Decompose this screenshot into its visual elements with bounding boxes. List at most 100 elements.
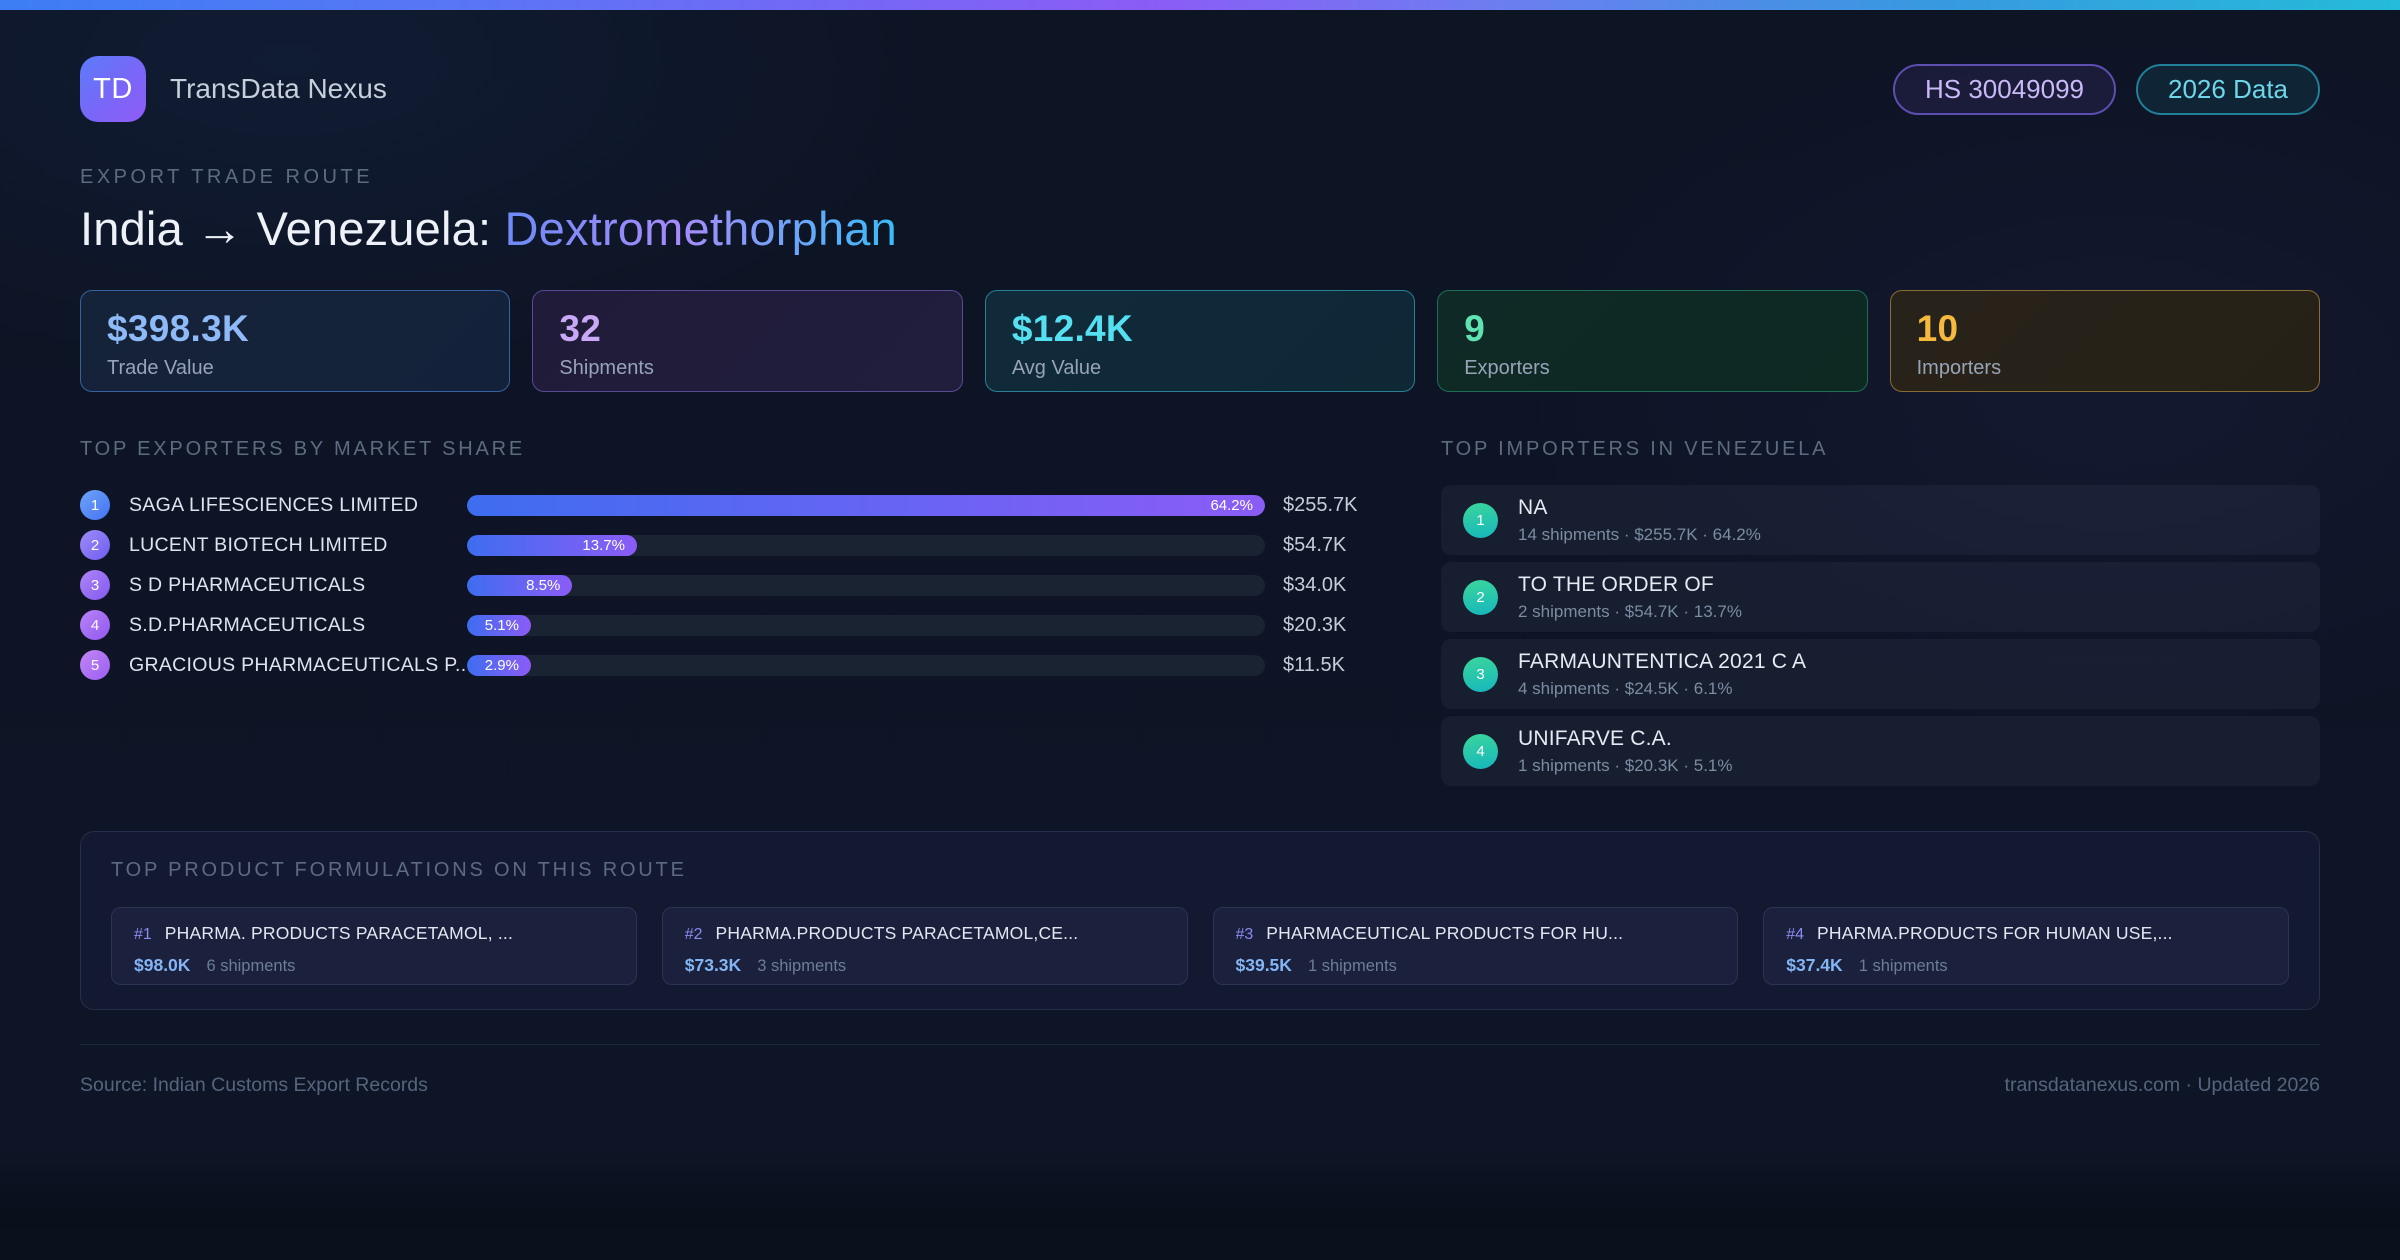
product-rank: #2 (684, 926, 703, 943)
market-share-percent: 8.5% (526, 576, 561, 594)
eyebrow-label: EXPORT TRADE ROUTE (80, 166, 374, 188)
importer-name: UNIFARVE C.A. (1518, 726, 1672, 750)
product-card[interactable]: #4 PHARMA.PRODUCTS FOR HUMAN USE,... $37… (1763, 907, 2289, 985)
product-card[interactable]: #2 PHARMA.PRODUCTS PARACETAMOL,CE... $73… (661, 907, 1188, 985)
exporter-value: $34.0K (1283, 573, 1347, 596)
products-heading: TOP PRODUCT FORMULATIONS ON THIS ROUTE (111, 859, 687, 881)
importer-rank-badge: 4 (1463, 733, 1498, 769)
footer: Source: Indian Customs Export Records tr… (80, 1044, 2320, 1097)
product-value: $98.0K (134, 955, 191, 975)
main-content: TOP EXPORTERS BY MARKET SHARE 1 SAGA LIF… (80, 438, 2320, 793)
importer-meta: 2 shipments · $54.7K · 13.7% (1518, 601, 1742, 621)
exporter-row[interactable]: 1 SAGA LIFESCIENCES LIMITED 64.2% $255.7… (80, 485, 1365, 525)
market-share-percent: 2.9% (484, 656, 519, 674)
importer-row[interactable]: 4 UNIFARVE C.A. 1 shipments · $20.3K · 5… (1441, 716, 2320, 786)
importer-name: TO THE ORDER OF (1518, 572, 1714, 596)
product-card-top: #3 PHARMACEUTICAL PRODUCTS FOR HU... (1236, 923, 1716, 944)
importer-rank-badge: 1 (1463, 502, 1498, 538)
stat-label: Shipments (559, 357, 654, 379)
brand-logo-text: TD (93, 72, 133, 105)
market-share-bar-fill: 2.9% (467, 654, 531, 676)
exporter-name: S D PHARMACEUTICALS (129, 573, 366, 596)
exporters-section: TOP EXPORTERS BY MARKET SHARE 1 SAGA LIF… (80, 438, 1365, 793)
stat-value: 9 (1464, 308, 1486, 349)
stat-card-shipments: 32 Shipments (532, 290, 963, 392)
importer-rank-badge: 3 (1463, 656, 1498, 692)
market-share-percent: 5.1% (484, 616, 519, 634)
stat-value: $12.4K (1011, 308, 1133, 349)
importers-list: 1 NA 14 shipments · $255.7K · 64.2% 2 TO… (1441, 485, 2320, 786)
product-card[interactable]: #3 PHARMACEUTICAL PRODUCTS FOR HU... $39… (1212, 907, 1739, 985)
product-rank: #4 (1786, 926, 1805, 943)
product-shipments: 6 shipments (206, 957, 296, 975)
product-name: PHARMA.PRODUCTS PARACETAMOL,CE... (715, 923, 1079, 943)
rank-badge: 2 (80, 530, 110, 560)
importer-name: NA (1518, 495, 1548, 519)
rank-badge: 4 (80, 610, 110, 640)
exporter-name: S.D.PHARMACEUTICALS (129, 613, 366, 636)
product-card-bottom: $37.4K 1 shipments (1786, 955, 2266, 976)
top-accent-strip (0, 0, 2400, 10)
brand-name: TransData Nexus (170, 73, 387, 104)
stat-label: Avg Value (1011, 357, 1102, 379)
importer-meta: 4 shipments · $24.5K · 6.1% (1518, 678, 1733, 698)
importer-row[interactable]: 3 FARMAUNTENTICA 2021 C A 4 shipments · … (1441, 639, 2320, 709)
market-share-bar-track: 13.7% (467, 534, 1265, 556)
market-share-bar-fill: 64.2% (467, 494, 1265, 516)
product-card-bottom: $98.0K 6 shipments (134, 955, 614, 976)
exporters-bar-chart: 1 SAGA LIFESCIENCES LIMITED 64.2% $255.7… (80, 485, 1365, 685)
product-card[interactable]: #1 PHARMA. PRODUCTS PARACETAMOL, ... $98… (111, 907, 637, 985)
market-share-bar-fill: 13.7% (467, 534, 637, 556)
dashboard-page: TD TransData Nexus HS 30049099 2026 Data… (0, 10, 2400, 1260)
stat-value: $398.3K (107, 308, 249, 349)
exporters-heading: TOP EXPORTERS BY MARKET SHARE (80, 438, 526, 460)
stat-cards-row: $398.3K Trade Value 32 Shipments $12.4K … (80, 290, 2321, 392)
product-shipments: 1 shipments (1858, 957, 1948, 975)
exporter-value: $11.5K (1283, 653, 1345, 676)
exporter-value: $54.7K (1283, 533, 1347, 556)
exporter-row[interactable]: 4 S.D.PHARMACEUTICALS 5.1% $20.3K (80, 605, 1365, 645)
stat-value: 32 (559, 308, 602, 349)
product-shipments: 1 shipments (1307, 957, 1397, 975)
market-share-percent: 64.2% (1210, 496, 1253, 514)
stat-card-importers: 10 Importers (1889, 290, 2321, 392)
exporter-value: $255.7K (1283, 493, 1358, 516)
stat-card-trade-value: $398.3K Trade Value (80, 290, 511, 392)
product-name: PHARMACEUTICAL PRODUCTS FOR HU... (1266, 923, 1624, 943)
data-year-badge[interactable]: 2026 Data (2136, 63, 2320, 115)
header: TD TransData Nexus HS 30049099 2026 Data (80, 10, 2320, 122)
product-value: $73.3K (684, 955, 742, 975)
market-share-bar-track: 5.1% (467, 614, 1265, 636)
stat-label: Exporters (1464, 357, 1550, 379)
product-shipments: 3 shipments (757, 957, 847, 975)
product-rank: #1 (134, 926, 152, 943)
product-card-top: #2 PHARMA.PRODUCTS PARACETAMOL,CE... (685, 923, 1165, 944)
market-share-bar-track: 8.5% (467, 574, 1265, 596)
hs-code-badge[interactable]: HS 30049099 (1892, 63, 2117, 115)
importer-row[interactable]: 2 TO THE ORDER OF 2 shipments · $54.7K ·… (1441, 562, 2320, 632)
importer-name: FARMAUNTENTICA 2021 C A (1518, 649, 1807, 673)
importers-section: TOP IMPORTERS IN VENEZUELA 1 NA 14 shipm… (1441, 438, 2320, 793)
importer-rank-badge: 2 (1463, 579, 1498, 615)
product-name: PHARMA.PRODUCTS FOR HUMAN USE,... (1817, 923, 2173, 943)
products-section: TOP PRODUCT FORMULATIONS ON THIS ROUTE #… (80, 831, 2320, 1010)
exporter-name: SAGA LIFESCIENCES LIMITED (129, 493, 419, 516)
stat-label: Trade Value (107, 357, 214, 379)
product-card-bottom: $39.5K 1 shipments (1236, 955, 1716, 976)
stat-card-exporters: 9 Exporters (1437, 290, 1868, 392)
importer-row[interactable]: 1 NA 14 shipments · $255.7K · 64.2% (1441, 485, 2320, 555)
exporter-row[interactable]: 5 GRACIOUS PHARMACEUTICALS P... 2.9% $11… (80, 645, 1365, 685)
footer-site: transdatanexus.com · Updated 2026 (2004, 1074, 2320, 1096)
stat-value: 10 (1916, 308, 1959, 349)
importer-meta: 14 shipments · $255.7K · 64.2% (1518, 524, 1761, 544)
product-card-bottom: $73.3K 3 shipments (685, 955, 1165, 976)
header-badges: HS 30049099 2026 Data (1892, 63, 2320, 115)
exporter-row[interactable]: 3 S D PHARMACEUTICALS 8.5% $34.0K (80, 565, 1365, 605)
market-share-bar-track: 64.2% (467, 494, 1265, 516)
exporter-name: GRACIOUS PHARMACEUTICALS P... (129, 653, 467, 676)
footer-source: Source: Indian Customs Export Records (80, 1074, 428, 1096)
product-card-top: #1 PHARMA. PRODUCTS PARACETAMOL, ... (134, 923, 614, 944)
exporter-row[interactable]: 2 LUCENT BIOTECH LIMITED 13.7% $54.7K (80, 525, 1365, 565)
product-cards-row: #1 PHARMA. PRODUCTS PARACETAMOL, ... $98… (111, 907, 2289, 985)
page-title-route: India → Venezuela: (80, 202, 492, 255)
